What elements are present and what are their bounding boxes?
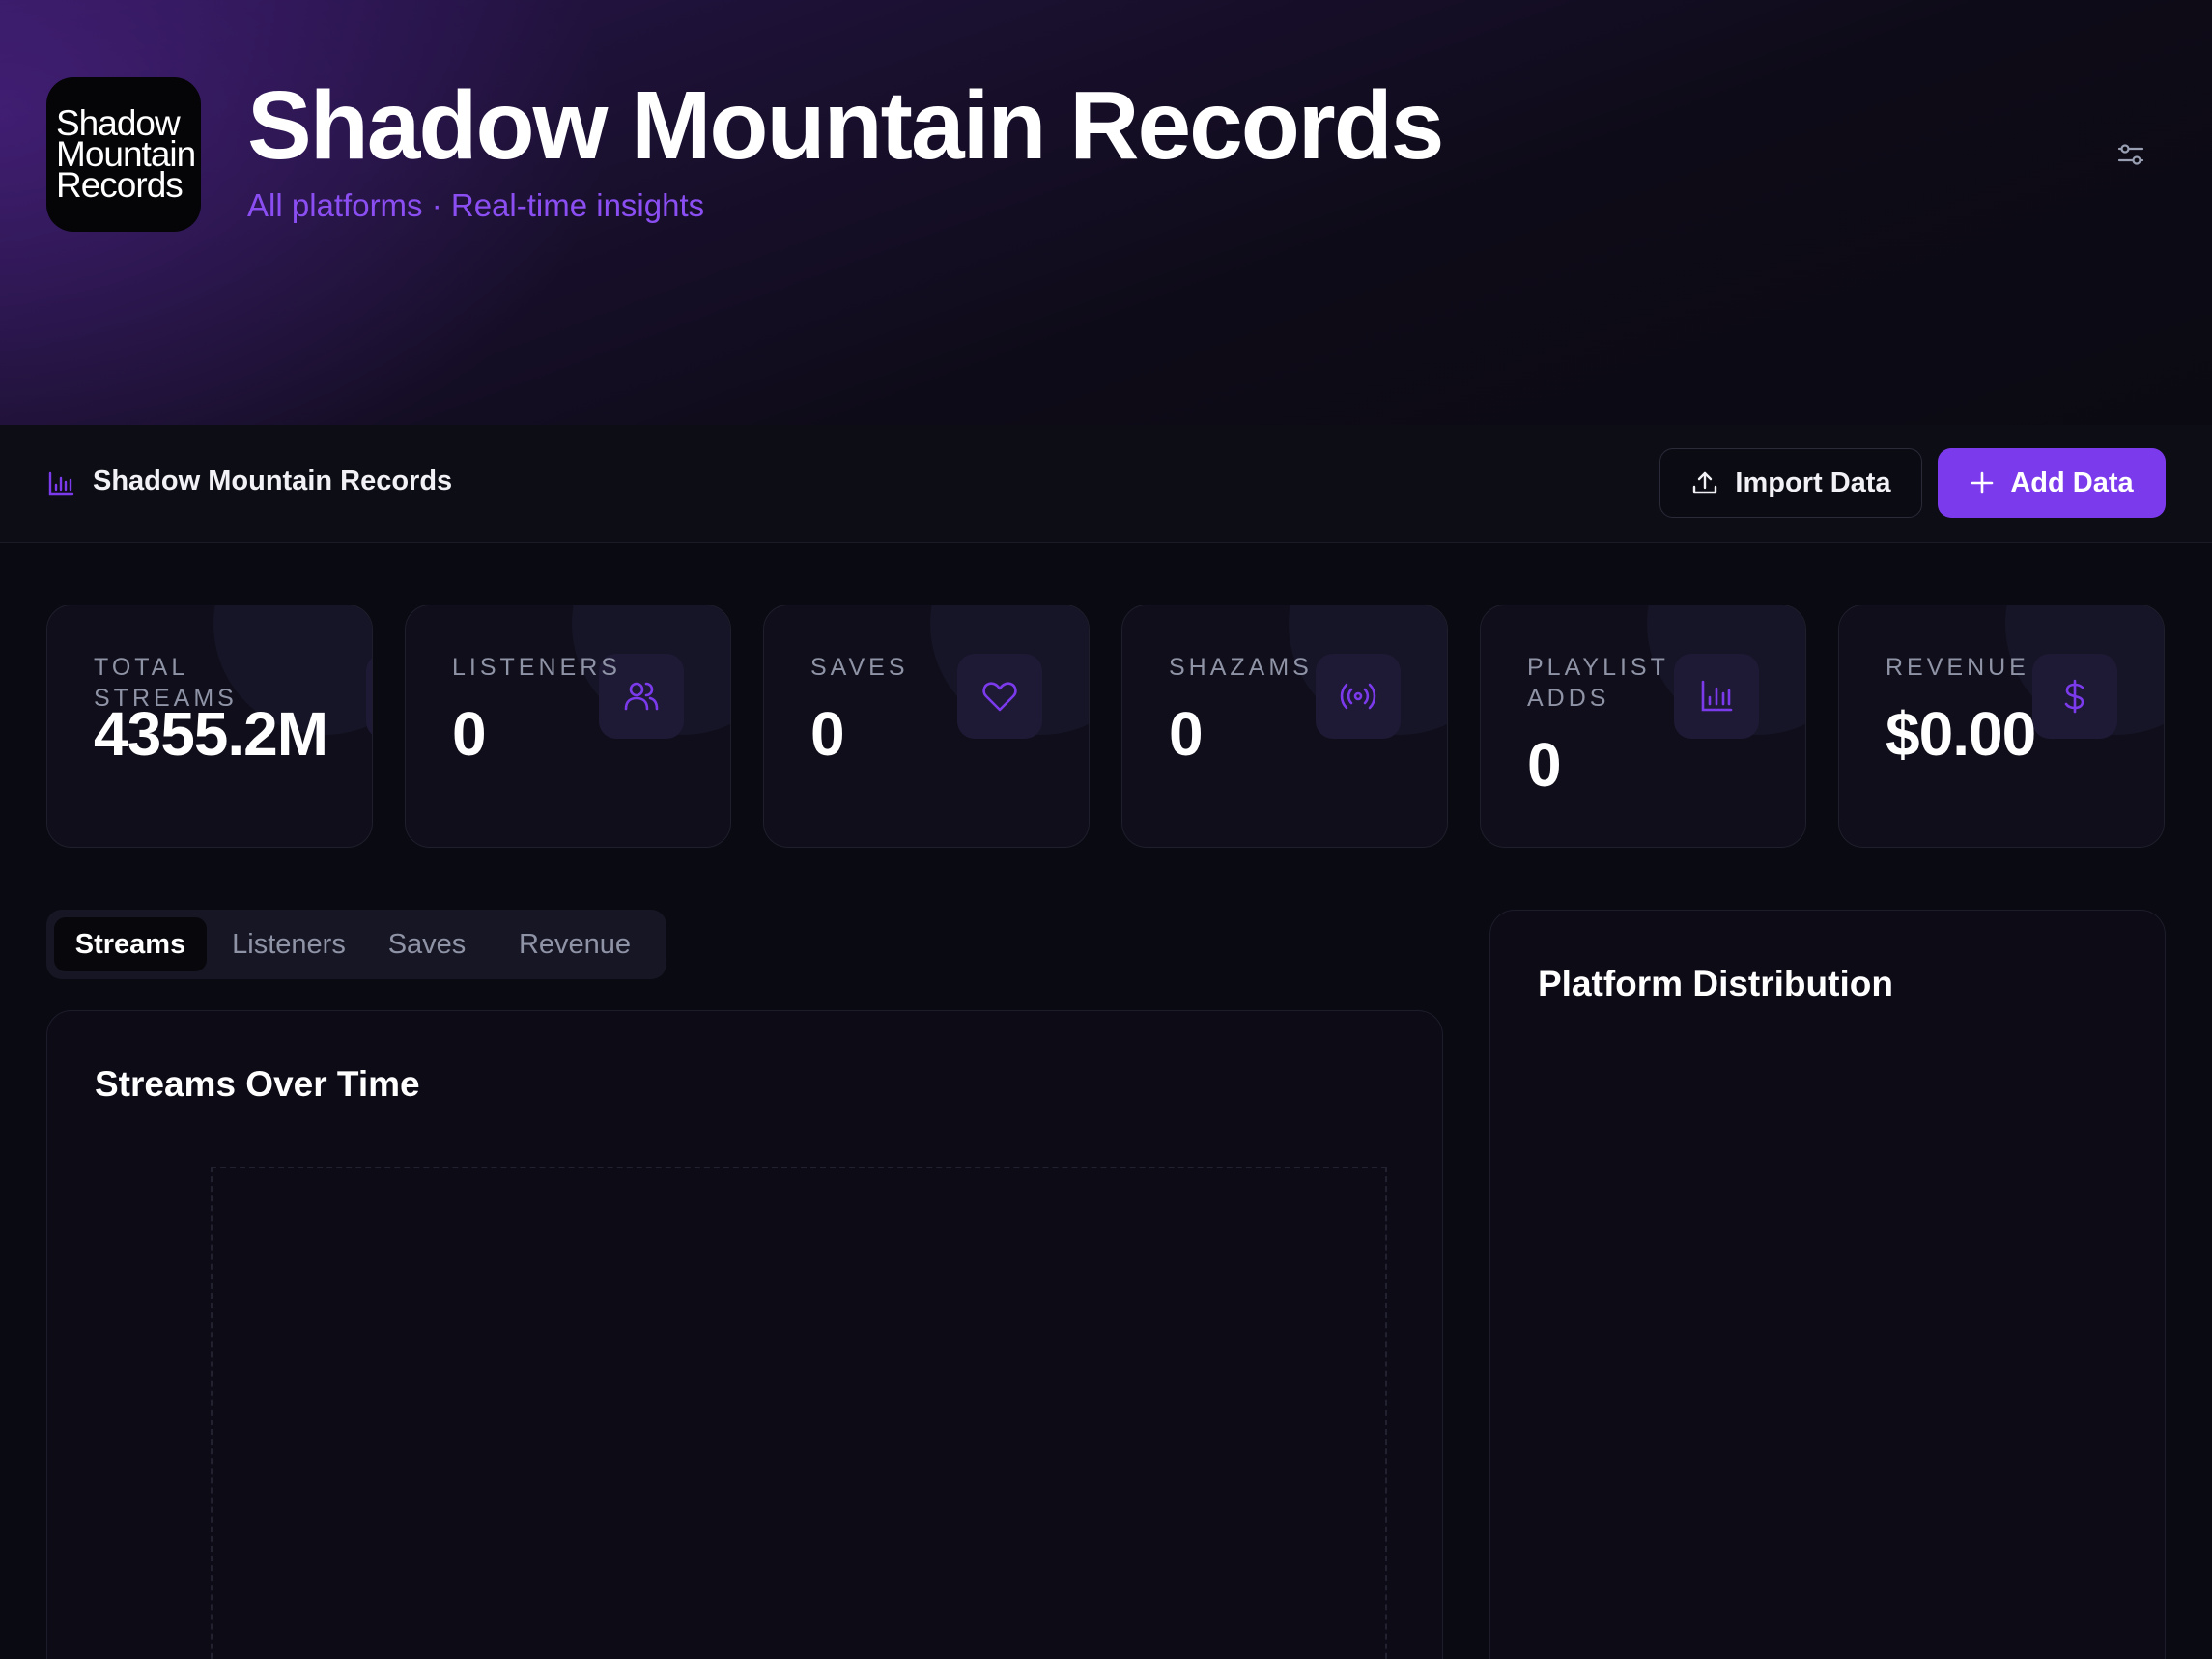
sliders-settings-icon[interactable]: [2115, 139, 2146, 170]
stat-card-total-streams: TOTAL STREAMS 4355.2M: [46, 605, 373, 848]
upload-icon: [1693, 471, 1717, 494]
stat-value: 0: [452, 699, 487, 769]
logo-line-3: Records: [56, 165, 184, 205]
bar-chart-icon: [46, 469, 75, 498]
stat-card-saves: SAVES 0: [763, 605, 1090, 848]
stat-label: SAVES: [810, 654, 909, 681]
add-data-button[interactable]: Add Data: [1938, 448, 2166, 518]
page-subtitle: All platforms · Real-time insights: [247, 187, 705, 223]
metric-tabs: Streams Listeners Saves Revenue: [46, 910, 666, 979]
stat-value: 0: [810, 699, 845, 769]
stat-value: 0: [1527, 730, 1562, 800]
add-data-label: Add Data: [2010, 466, 2134, 498]
stat-card-listeners: LISTENERS 0: [405, 605, 731, 848]
stat-label: REVENUE: [1886, 654, 2029, 681]
chart-title: Streams Over Time: [95, 1064, 420, 1104]
label-logo: Shadow Mountain Records: [46, 77, 201, 232]
stat-card-revenue: REVENUE $0.00: [1838, 605, 2165, 848]
chart-plot-area: [211, 1167, 1387, 1659]
stat-value: 4355.2M: [94, 699, 328, 769]
stat-value: 0: [1169, 699, 1204, 769]
toolbar-title: Shadow Mountain Records: [93, 465, 453, 496]
stat-value: $0.00: [1886, 699, 2036, 769]
dashboard-page: Shadow Mountain Records Shadow Mountain …: [0, 0, 2212, 1659]
tab-revenue[interactable]: Revenue: [493, 917, 657, 971]
tab-listeners[interactable]: Listeners: [216, 917, 361, 971]
stat-label: SHAZAMS: [1169, 654, 1313, 681]
import-data-button[interactable]: Import Data: [1659, 448, 1922, 518]
page-title: Shadow Mountain Records: [247, 71, 1444, 180]
stat-label: LISTENERS: [452, 654, 621, 681]
stat-label: PLAYLIST ADDS: [1527, 654, 1669, 712]
stat-card-playlist-adds: PLAYLIST ADDS 0: [1480, 605, 1806, 848]
import-data-label: Import Data: [1735, 466, 1891, 498]
platform-title: Platform Distribution: [1538, 964, 1893, 1003]
platform-distribution-card: [1489, 910, 2166, 1659]
plus-icon: [1971, 471, 1994, 494]
stat-card-shazams: SHAZAMS 0: [1121, 605, 1448, 848]
tab-saves[interactable]: Saves: [369, 917, 485, 971]
bar-chart-icon: [366, 654, 372, 739]
tab-streams[interactable]: Streams: [54, 917, 207, 971]
